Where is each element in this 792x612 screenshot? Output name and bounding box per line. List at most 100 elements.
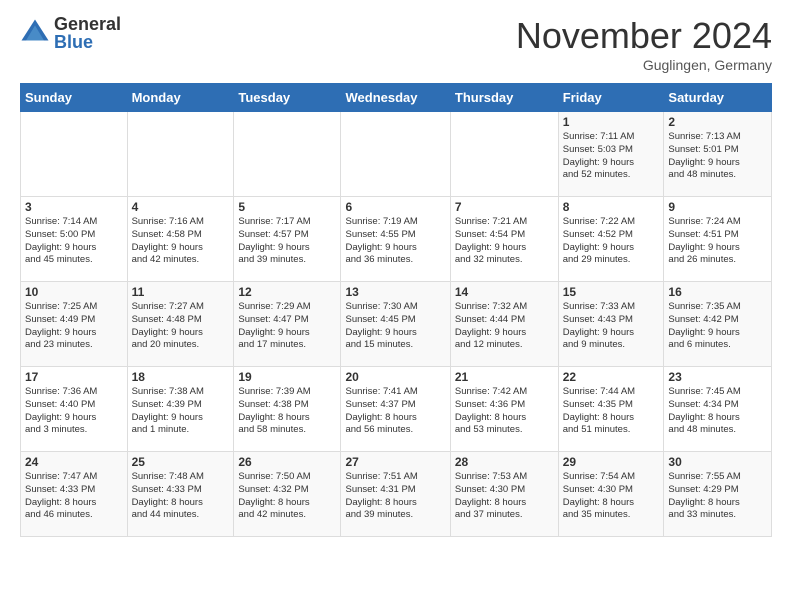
weekday-header-wednesday: Wednesday	[341, 84, 450, 112]
day-info: Sunrise: 7:45 AMSunset: 4:34 PMDaylight:…	[668, 386, 767, 437]
calendar-cell: 29 Sunrise: 7:54 AMSunset: 4:30 PMDayligh…	[558, 452, 664, 537]
calendar-week-1: 1 Sunrise: 7:11 AMSunset: 5:03 PMDaylight…	[21, 112, 772, 197]
day-number: 26	[238, 455, 336, 469]
calendar-cell: 20 Sunrise: 7:41 AMSunset: 4:37 PMDayligh…	[341, 367, 450, 452]
calendar-cell: 18 Sunrise: 7:38 AMSunset: 4:39 PMDayligh…	[127, 367, 234, 452]
calendar-cell: 25Sunrise: 7:48 AMSunset: 4:33 PMDayligh…	[127, 452, 234, 537]
day-number: 1	[563, 115, 660, 129]
day-info: Sunrise: 7:19 AMSunset: 4:55 PMDaylight:…	[345, 216, 445, 267]
calendar-cell: 5 Sunrise: 7:17 AMSunset: 4:57 PMDaylight…	[234, 197, 341, 282]
day-info: Sunrise: 7:50 AMSunset: 4:32 PMDaylight:…	[238, 471, 336, 522]
day-number: 23	[668, 370, 767, 384]
weekday-header-thursday: Thursday	[450, 84, 558, 112]
title-block: November 2024 Guglingen, Germany	[516, 15, 772, 73]
day-info: Sunrise: 7:16 AMSunset: 4:58 PMDaylight:…	[132, 216, 230, 267]
calendar-cell: 21 Sunrise: 7:42 AMSunset: 4:36 PMDayligh…	[450, 367, 558, 452]
day-info: Sunrise: 7:22 AMSunset: 4:52 PMDaylight:…	[563, 216, 660, 267]
calendar-cell: 1 Sunrise: 7:11 AMSunset: 5:03 PMDaylight…	[558, 112, 664, 197]
day-info: Sunrise: 7:30 AMSunset: 4:45 PMDaylight:…	[345, 301, 445, 352]
day-number: 18	[132, 370, 230, 384]
calendar-cell: 8 Sunrise: 7:22 AMSunset: 4:52 PMDaylight…	[558, 197, 664, 282]
calendar-cell: 10 Sunrise: 7:25 AMSunset: 4:49 PMDayligh…	[21, 282, 128, 367]
day-number: 27	[345, 455, 445, 469]
calendar-cell	[21, 112, 128, 197]
calendar-cell	[450, 112, 558, 197]
weekday-header-sunday: Sunday	[21, 84, 128, 112]
calendar-cell	[127, 112, 234, 197]
day-info: Sunrise: 7:39 AMSunset: 4:38 PMDaylight:…	[238, 386, 336, 437]
day-number: 21	[455, 370, 554, 384]
weekday-header-friday: Friday	[558, 84, 664, 112]
day-number: 10	[25, 285, 123, 299]
day-number: 29	[563, 455, 660, 469]
calendar-cell: 23 Sunrise: 7:45 AMSunset: 4:34 PMDayligh…	[664, 367, 772, 452]
day-number: 6	[345, 200, 445, 214]
calendar-cell: 3Sunrise: 7:14 AMSunset: 5:00 PMDaylight…	[21, 197, 128, 282]
day-info: Sunrise: 7:29 AMSunset: 4:47 PMDaylight:…	[238, 301, 336, 352]
day-number: 7	[455, 200, 554, 214]
day-number: 15	[563, 285, 660, 299]
day-number: 28	[455, 455, 554, 469]
day-info: Sunrise: 7:25 AMSunset: 4:49 PMDaylight:…	[25, 301, 123, 352]
location: Guglingen, Germany	[516, 57, 772, 73]
day-info: Sunrise: 7:53 AMSunset: 4:30 PMDaylight:…	[455, 471, 554, 522]
calendar-cell: 4 Sunrise: 7:16 AMSunset: 4:58 PMDaylight…	[127, 197, 234, 282]
day-number: 4	[132, 200, 230, 214]
day-info: Sunrise: 7:35 AMSunset: 4:42 PMDaylight:…	[668, 301, 767, 352]
day-info: Sunrise: 7:14 AMSunset: 5:00 PMDaylight:…	[25, 216, 123, 267]
day-info: Sunrise: 7:11 AMSunset: 5:03 PMDaylight:…	[563, 131, 660, 182]
calendar-header: SundayMondayTuesdayWednesdayThursdayFrid…	[21, 84, 772, 112]
weekday-header-saturday: Saturday	[664, 84, 772, 112]
day-number: 12	[238, 285, 336, 299]
day-info: Sunrise: 7:55 AMSunset: 4:29 PMDaylight:…	[668, 471, 767, 522]
weekday-header-tuesday: Tuesday	[234, 84, 341, 112]
day-number: 8	[563, 200, 660, 214]
calendar-cell: 7 Sunrise: 7:21 AMSunset: 4:54 PMDaylight…	[450, 197, 558, 282]
day-number: 9	[668, 200, 767, 214]
day-info: Sunrise: 7:38 AMSunset: 4:39 PMDaylight:…	[132, 386, 230, 437]
calendar-cell: 16 Sunrise: 7:35 AMSunset: 4:42 PMDayligh…	[664, 282, 772, 367]
day-info: Sunrise: 7:47 AMSunset: 4:33 PMDaylight:…	[25, 471, 123, 522]
calendar-cell: 24Sunrise: 7:47 AMSunset: 4:33 PMDayligh…	[21, 452, 128, 537]
day-number: 13	[345, 285, 445, 299]
day-info: Sunrise: 7:41 AMSunset: 4:37 PMDaylight:…	[345, 386, 445, 437]
calendar-cell: 17Sunrise: 7:36 AMSunset: 4:40 PMDayligh…	[21, 367, 128, 452]
calendar-cell: 11Sunrise: 7:27 AMSunset: 4:48 PMDayligh…	[127, 282, 234, 367]
logo-general-text: General	[54, 15, 121, 33]
logo: General Blue	[20, 15, 121, 51]
day-number: 16	[668, 285, 767, 299]
calendar-body: 1 Sunrise: 7:11 AMSunset: 5:03 PMDaylight…	[21, 112, 772, 537]
day-number: 5	[238, 200, 336, 214]
day-info: Sunrise: 7:32 AMSunset: 4:44 PMDaylight:…	[455, 301, 554, 352]
day-number: 20	[345, 370, 445, 384]
day-info: Sunrise: 7:42 AMSunset: 4:36 PMDaylight:…	[455, 386, 554, 437]
day-number: 14	[455, 285, 554, 299]
day-info: Sunrise: 7:44 AMSunset: 4:35 PMDaylight:…	[563, 386, 660, 437]
logo-blue-text: Blue	[54, 33, 121, 51]
day-info: Sunrise: 7:54 AMSunset: 4:30 PMDaylight:…	[563, 471, 660, 522]
calendar-cell	[341, 112, 450, 197]
calendar-cell	[234, 112, 341, 197]
calendar: SundayMondayTuesdayWednesdayThursdayFrid…	[20, 83, 772, 537]
day-info: Sunrise: 7:13 AMSunset: 5:01 PMDaylight:…	[668, 131, 767, 182]
day-number: 22	[563, 370, 660, 384]
calendar-cell: 15Sunrise: 7:33 AMSunset: 4:43 PMDayligh…	[558, 282, 664, 367]
weekday-row: SundayMondayTuesdayWednesdayThursdayFrid…	[21, 84, 772, 112]
calendar-week-4: 17Sunrise: 7:36 AMSunset: 4:40 PMDayligh…	[21, 367, 772, 452]
day-info: Sunrise: 7:48 AMSunset: 4:33 PMDaylight:…	[132, 471, 230, 522]
day-info: Sunrise: 7:51 AMSunset: 4:31 PMDaylight:…	[345, 471, 445, 522]
day-number: 2	[668, 115, 767, 129]
day-info: Sunrise: 7:21 AMSunset: 4:54 PMDaylight:…	[455, 216, 554, 267]
day-info: Sunrise: 7:27 AMSunset: 4:48 PMDaylight:…	[132, 301, 230, 352]
calendar-cell: 19 Sunrise: 7:39 AMSunset: 4:38 PMDayligh…	[234, 367, 341, 452]
day-number: 19	[238, 370, 336, 384]
calendar-cell: 27 Sunrise: 7:51 AMSunset: 4:31 PMDayligh…	[341, 452, 450, 537]
calendar-week-5: 24Sunrise: 7:47 AMSunset: 4:33 PMDayligh…	[21, 452, 772, 537]
month-title: November 2024	[516, 15, 772, 57]
calendar-cell: 13 Sunrise: 7:30 AMSunset: 4:45 PMDayligh…	[341, 282, 450, 367]
day-info: Sunrise: 7:17 AMSunset: 4:57 PMDaylight:…	[238, 216, 336, 267]
calendar-cell: 14 Sunrise: 7:32 AMSunset: 4:44 PMDayligh…	[450, 282, 558, 367]
calendar-week-3: 10 Sunrise: 7:25 AMSunset: 4:49 PMDayligh…	[21, 282, 772, 367]
calendar-cell: 12 Sunrise: 7:29 AMSunset: 4:47 PMDayligh…	[234, 282, 341, 367]
day-number: 30	[668, 455, 767, 469]
